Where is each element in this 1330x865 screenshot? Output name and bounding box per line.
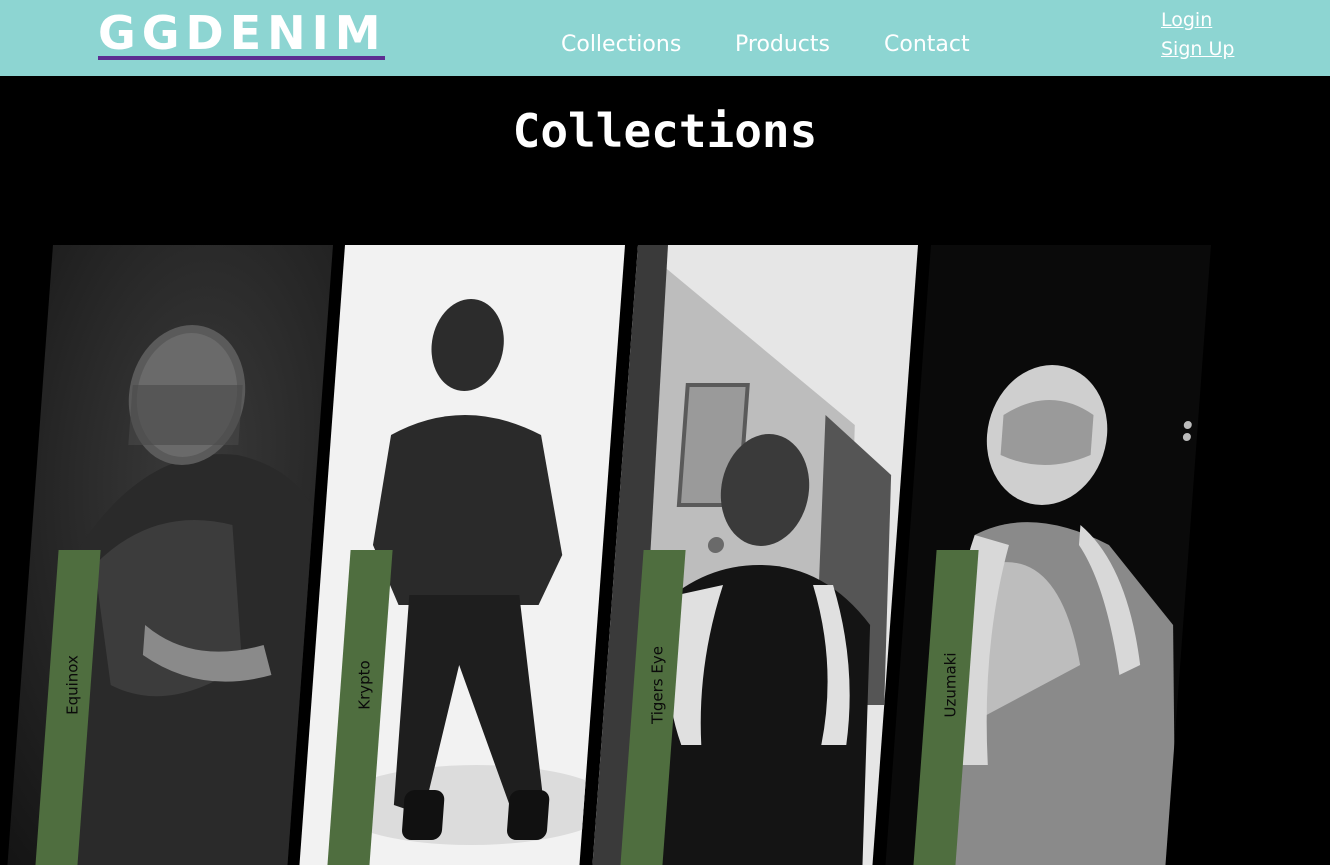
collection-card-krypto[interactable]: Krypto [299,245,625,865]
collection-card-equinox[interactable]: Equinox [7,245,334,865]
logo-underline [98,56,385,60]
page-title: Collections [512,104,818,158]
collection-label-krypto: Krypto [355,660,374,710]
login-link[interactable]: Login [1161,9,1212,31]
nav-contact-link[interactable]: Contact [884,32,970,57]
signup-link[interactable]: Sign Up [1161,38,1234,60]
collection-card-uzumaki[interactable]: Uzumaki [885,245,1211,865]
nav-collections-link[interactable]: Collections [561,32,681,57]
site-header: GGDENIM Collections Products Contact Log… [0,0,1330,76]
collection-label-tigers-eye: Tigers Eye [648,646,667,724]
logo-link[interactable]: GGDENIM [98,8,387,58]
nav-products-link[interactable]: Products [735,32,830,57]
collection-card-tigers-eye[interactable]: Tigers Eye [592,245,918,865]
collection-label-equinox: Equinox [63,655,82,715]
collection-label-uzumaki: Uzumaki [941,652,960,718]
